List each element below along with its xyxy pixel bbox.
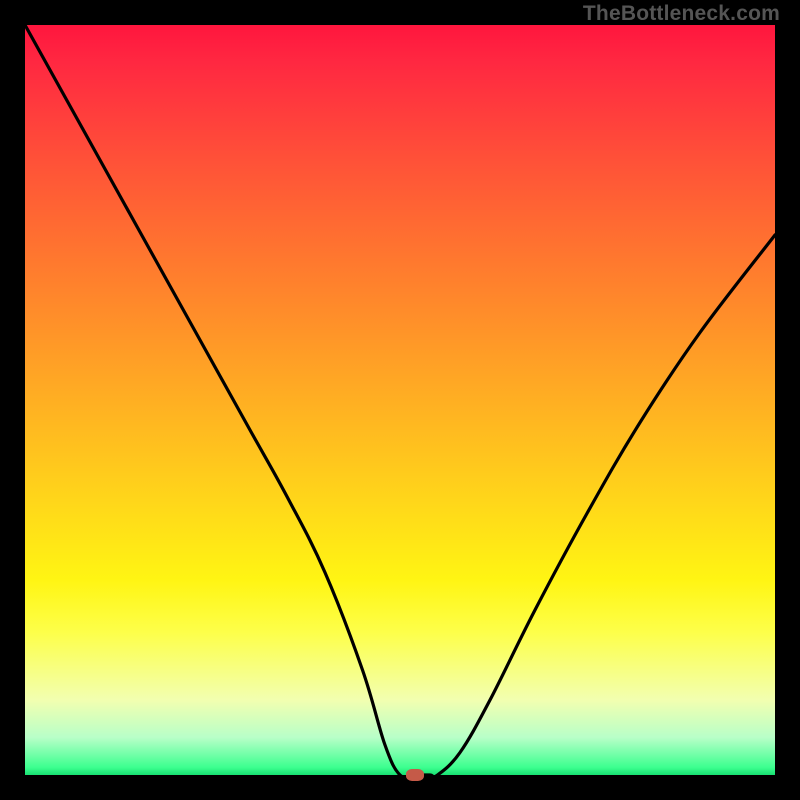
bottleneck-curve bbox=[25, 25, 775, 775]
optimal-point-marker bbox=[406, 769, 424, 781]
chart-plot-area bbox=[25, 25, 775, 775]
watermark-text: TheBottleneck.com bbox=[583, 2, 780, 26]
